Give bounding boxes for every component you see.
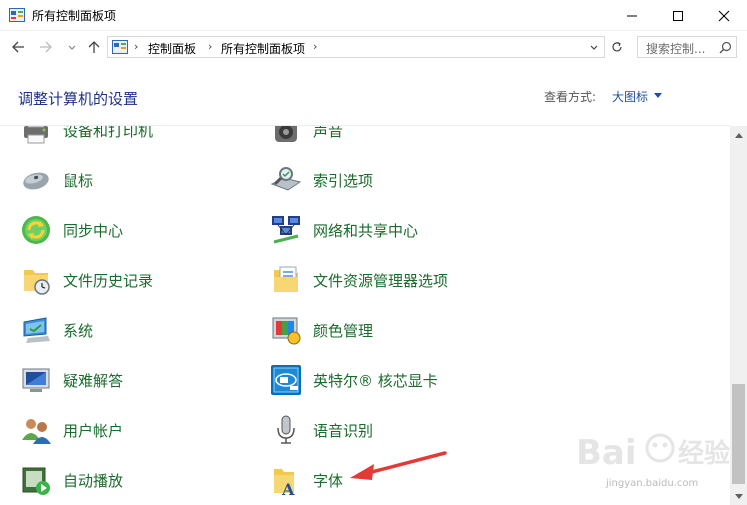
title-bar: 所有控制面板项 [0,0,747,31]
close-icon [718,10,730,21]
maximize-button[interactable] [655,0,701,31]
caret-down-icon [734,493,743,499]
search-placeholder: 搜索控制... [646,42,706,56]
window-title: 所有控制面板项 [32,9,117,23]
breadcrumb-separator: › [313,40,318,53]
breadcrumb-separator: › [208,40,213,53]
item-devices-printers[interactable]: 设备和打印机 [20,126,153,148]
breadcrumb-separator: › [134,40,139,53]
item-file-explorer-options[interactable]: 文件资源管理器选项 [270,262,448,298]
svg-text:Bai: Bai [576,433,637,473]
maximize-icon [673,10,683,21]
item-file-history[interactable]: 文件历史记录 [20,262,153,298]
close-button[interactable] [701,0,747,31]
system-icon [23,317,50,343]
item-speech-recognition[interactable]: 语音识别 [270,412,373,448]
minimize-icon [627,15,637,16]
troubleshoot-icon [22,368,50,392]
item-sound[interactable]: 声音 [270,126,343,148]
caret-down-icon[interactable] [654,93,662,98]
microphone-icon [277,415,295,444]
caret-up-icon [734,132,743,138]
item-fonts[interactable]: A 字体 [270,462,343,498]
printer-icon [24,126,48,144]
back-button[interactable] [8,37,28,57]
view-by-dropdown[interactable]: 大图标 [612,88,648,105]
scroll-up-button[interactable] [730,126,747,143]
up-button[interactable] [84,37,104,57]
navigation-bar: › 控制面板 › 所有控制面板项 › 搜索控制... [0,31,747,63]
refresh-icon [612,41,622,52]
item-mouse[interactable]: 鼠标 [20,162,93,198]
chevron-down-icon [590,45,598,50]
page-title: 调整计算机的设置 [18,90,139,108]
speaker-icon [275,126,297,142]
scroll-down-button[interactable] [730,488,747,505]
item-autoplay[interactable]: 自动播放 [20,462,123,498]
arrow-up-icon [88,41,100,53]
minimize-button[interactable] [609,0,655,31]
intel-graphics-icon [271,365,301,395]
item-intel-graphics[interactable]: 英特尔® 核芯显卡 [270,362,438,398]
indexing-icon [270,167,302,191]
item-user-accounts[interactable]: 用户帐户 [20,412,123,448]
item-indexing-options[interactable]: 索引选项 [270,162,373,198]
color-management-icon [272,317,301,345]
user-accounts-icon [22,419,51,444]
breadcrumb-all-items[interactable]: 所有控制面板项 [221,40,305,57]
control-panel-icon [112,40,128,54]
recent-locations-button[interactable] [62,37,82,57]
control-panel-icon [9,8,25,22]
network-icon [272,216,300,244]
search-box[interactable]: 搜索控制... [637,36,737,58]
arrow-left-icon [12,41,24,53]
breadcrumb-control-panel[interactable]: 控制面板 [148,40,196,57]
item-troubleshooting[interactable]: 疑难解答 [20,362,123,398]
address-dropdown-button[interactable] [584,36,604,58]
red-arrow-icon [350,451,447,480]
autoplay-icon [22,467,50,495]
search-icon [719,41,732,54]
chevron-down-icon [68,45,76,50]
sync-icon [22,216,50,244]
arrow-right-icon [40,41,52,53]
forward-button[interactable] [36,37,56,57]
view-by-label: 查看方式: [544,90,597,104]
watermark-url: jingyan.baidu.com [606,478,699,489]
item-sync-center[interactable]: 同步中心 [20,212,123,248]
font-folder-icon: A [274,469,295,496]
item-color-management[interactable]: 颜色管理 [270,312,373,348]
item-system[interactable]: 系统 [20,312,93,348]
file-history-icon [24,270,50,295]
svg-text:A: A [281,480,295,496]
mouse-icon [23,172,49,190]
svg-text:经验: 经验 [678,438,730,469]
address-bar[interactable]: › 控制面板 › 所有控制面板项 › [107,36,605,58]
item-network-sharing-center[interactable]: 网络和共享中心 [270,212,418,248]
folder-options-icon [274,266,298,292]
refresh-button[interactable] [606,36,628,58]
